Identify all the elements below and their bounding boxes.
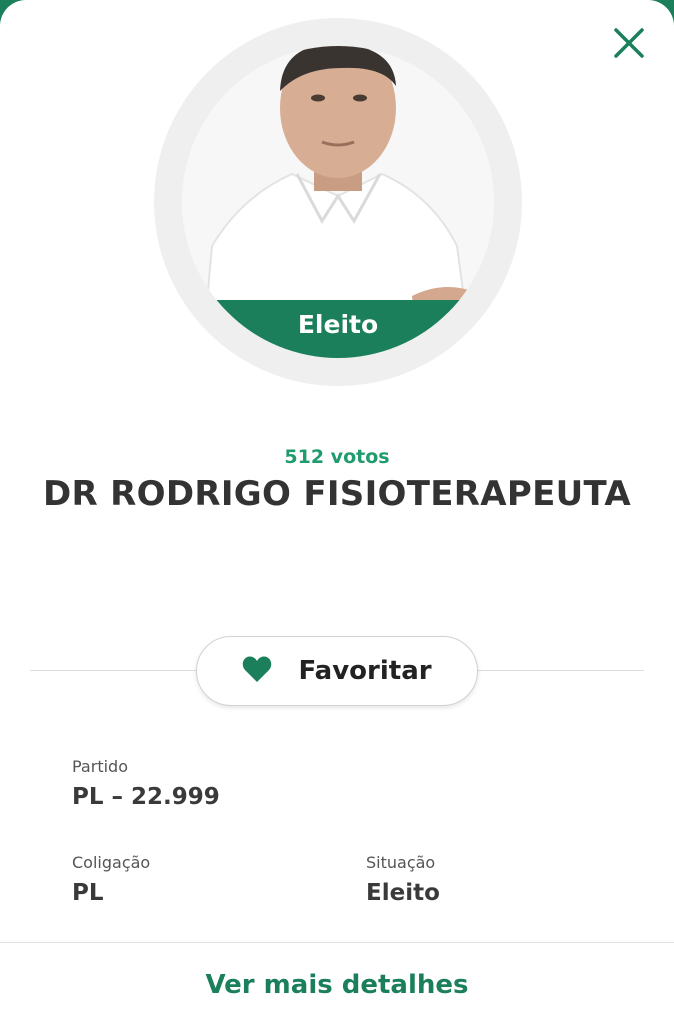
situacao-label: Situação: [366, 853, 436, 872]
favorite-label: Favoritar: [298, 656, 432, 686]
close-icon[interactable]: [612, 26, 646, 60]
status-badge: Eleito: [182, 300, 494, 358]
coligacao-label: Coligação: [72, 853, 151, 872]
candidate-sheet: Eleito 512 votos DR RODRIGO FISIOTERAPEU…: [0, 0, 674, 1024]
avatar: Eleito: [182, 46, 494, 358]
vote-count: 512 votos: [284, 446, 390, 468]
partido-field: Partido PL – 22.999: [72, 757, 220, 810]
candidate-name: DR RODRIGO FISIOTERAPEUTA: [43, 474, 631, 514]
situacao-field: Situação Eleito: [366, 853, 440, 906]
favorite-button[interactable]: Favoritar: [196, 636, 478, 706]
bottom-divider: [0, 942, 674, 943]
partido-value: PL – 22.999: [72, 784, 220, 810]
situacao-value: Eleito: [366, 880, 440, 906]
see-more-details-link[interactable]: Ver mais detalhes: [0, 970, 674, 1000]
coligacao-field: Coligação PL: [72, 853, 150, 906]
heart-icon: [242, 655, 272, 687]
coligacao-value: PL: [72, 880, 104, 906]
partido-label: Partido: [72, 757, 128, 776]
